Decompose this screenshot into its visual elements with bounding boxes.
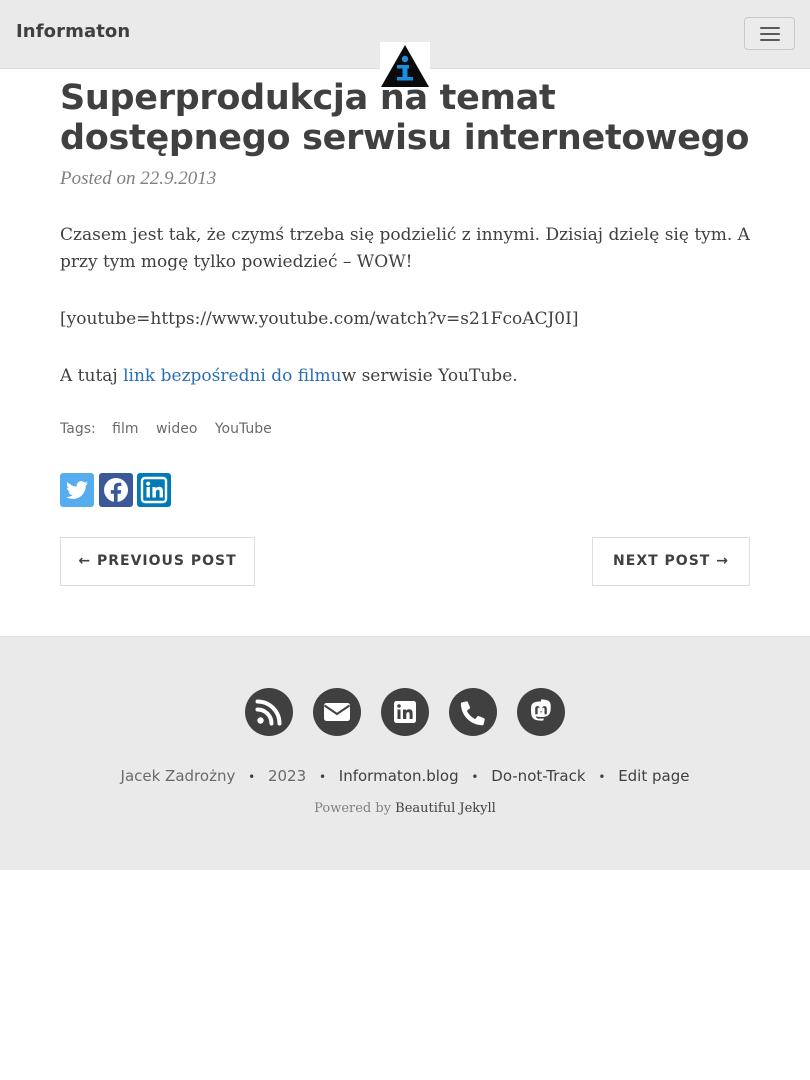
share-twitter-button[interactable] bbox=[60, 473, 94, 507]
hamburger-menu-icon-bar bbox=[760, 39, 780, 41]
linkedin-icon bbox=[140, 476, 168, 504]
tags-list: Tags: film wideo YouTube bbox=[60, 421, 285, 437]
footer-separator: • bbox=[248, 770, 256, 784]
twitter-icon bbox=[66, 481, 88, 499]
linkedin-profile-link[interactable] bbox=[381, 688, 429, 736]
envelope-icon bbox=[323, 703, 351, 721]
beautiful-jekyll-link[interactable]: Beautiful Jekyll bbox=[395, 801, 496, 816]
mastodon-icon bbox=[531, 699, 551, 721]
footer-year: 2023 bbox=[267, 767, 307, 785]
email-link[interactable] bbox=[313, 688, 361, 736]
tag-film[interactable]: film bbox=[112, 421, 138, 437]
share-facebook-button[interactable] bbox=[99, 473, 133, 507]
site-footer: Jacek Zadrożny • 2023 • Informaton.blog … bbox=[0, 636, 810, 870]
mastodon-link[interactable] bbox=[517, 688, 565, 736]
footer-edit-page-link[interactable]: Edit page bbox=[618, 767, 689, 785]
footer-separator: • bbox=[318, 770, 327, 784]
footer-credits: Jacek Zadrożny • 2023 • Informaton.blog … bbox=[0, 767, 810, 785]
hamburger-menu-icon-bar bbox=[760, 33, 780, 35]
tags-label: Tags: bbox=[60, 421, 96, 437]
paragraph-text: w serwisie YouTube. bbox=[341, 366, 518, 386]
footer-author: Jacek Zadrożny bbox=[120, 767, 236, 785]
footer-site-link[interactable]: Informaton.blog bbox=[339, 767, 459, 785]
phone-icon bbox=[460, 701, 485, 726]
facebook-icon bbox=[104, 478, 128, 503]
rss-feed-link[interactable] bbox=[245, 688, 293, 736]
rss-icon bbox=[255, 699, 282, 726]
footer-separator: • bbox=[471, 770, 479, 784]
site-brand-link[interactable]: Informaton bbox=[16, 21, 130, 42]
previous-post-button[interactable]: ← PREVIOUS POST bbox=[60, 537, 255, 586]
menu-toggle-button[interactable] bbox=[744, 17, 795, 50]
post-paragraph-1: Czasem jest tak, że czymś trzeba się pod… bbox=[60, 225, 750, 272]
share-linkedin-button[interactable] bbox=[137, 473, 171, 507]
paragraph-text: A tutaj bbox=[60, 366, 124, 386]
next-post-button[interactable]: NEXT POST → bbox=[592, 537, 750, 586]
linkedin-icon bbox=[394, 701, 416, 723]
post-title: Superprodukcja na temat dostępnego serwi… bbox=[60, 78, 750, 158]
tag-wideo[interactable]: wideo bbox=[156, 421, 197, 437]
post-paragraph-3: A tutaj link bezpośredni do filmuw serwi… bbox=[60, 363, 750, 390]
phone-link[interactable] bbox=[449, 688, 497, 736]
footer-powered-by: Powered by Beautiful Jekyll bbox=[0, 801, 810, 816]
tag-youtube[interactable]: YouTube bbox=[215, 421, 272, 437]
post-paragraph-2: [youtube=https://www.youtube.com/watch?v… bbox=[60, 309, 579, 329]
post-meta-date: Posted on 22.9.2013 bbox=[60, 168, 217, 189]
footer-dnt-link[interactable]: Do-not-Track bbox=[491, 767, 585, 785]
footer-separator: • bbox=[598, 770, 606, 784]
powered-by-text: Powered by bbox=[314, 801, 396, 816]
hamburger-menu-icon bbox=[760, 27, 780, 29]
youtube-direct-link[interactable]: link bezpośredni do filmu bbox=[123, 366, 342, 386]
